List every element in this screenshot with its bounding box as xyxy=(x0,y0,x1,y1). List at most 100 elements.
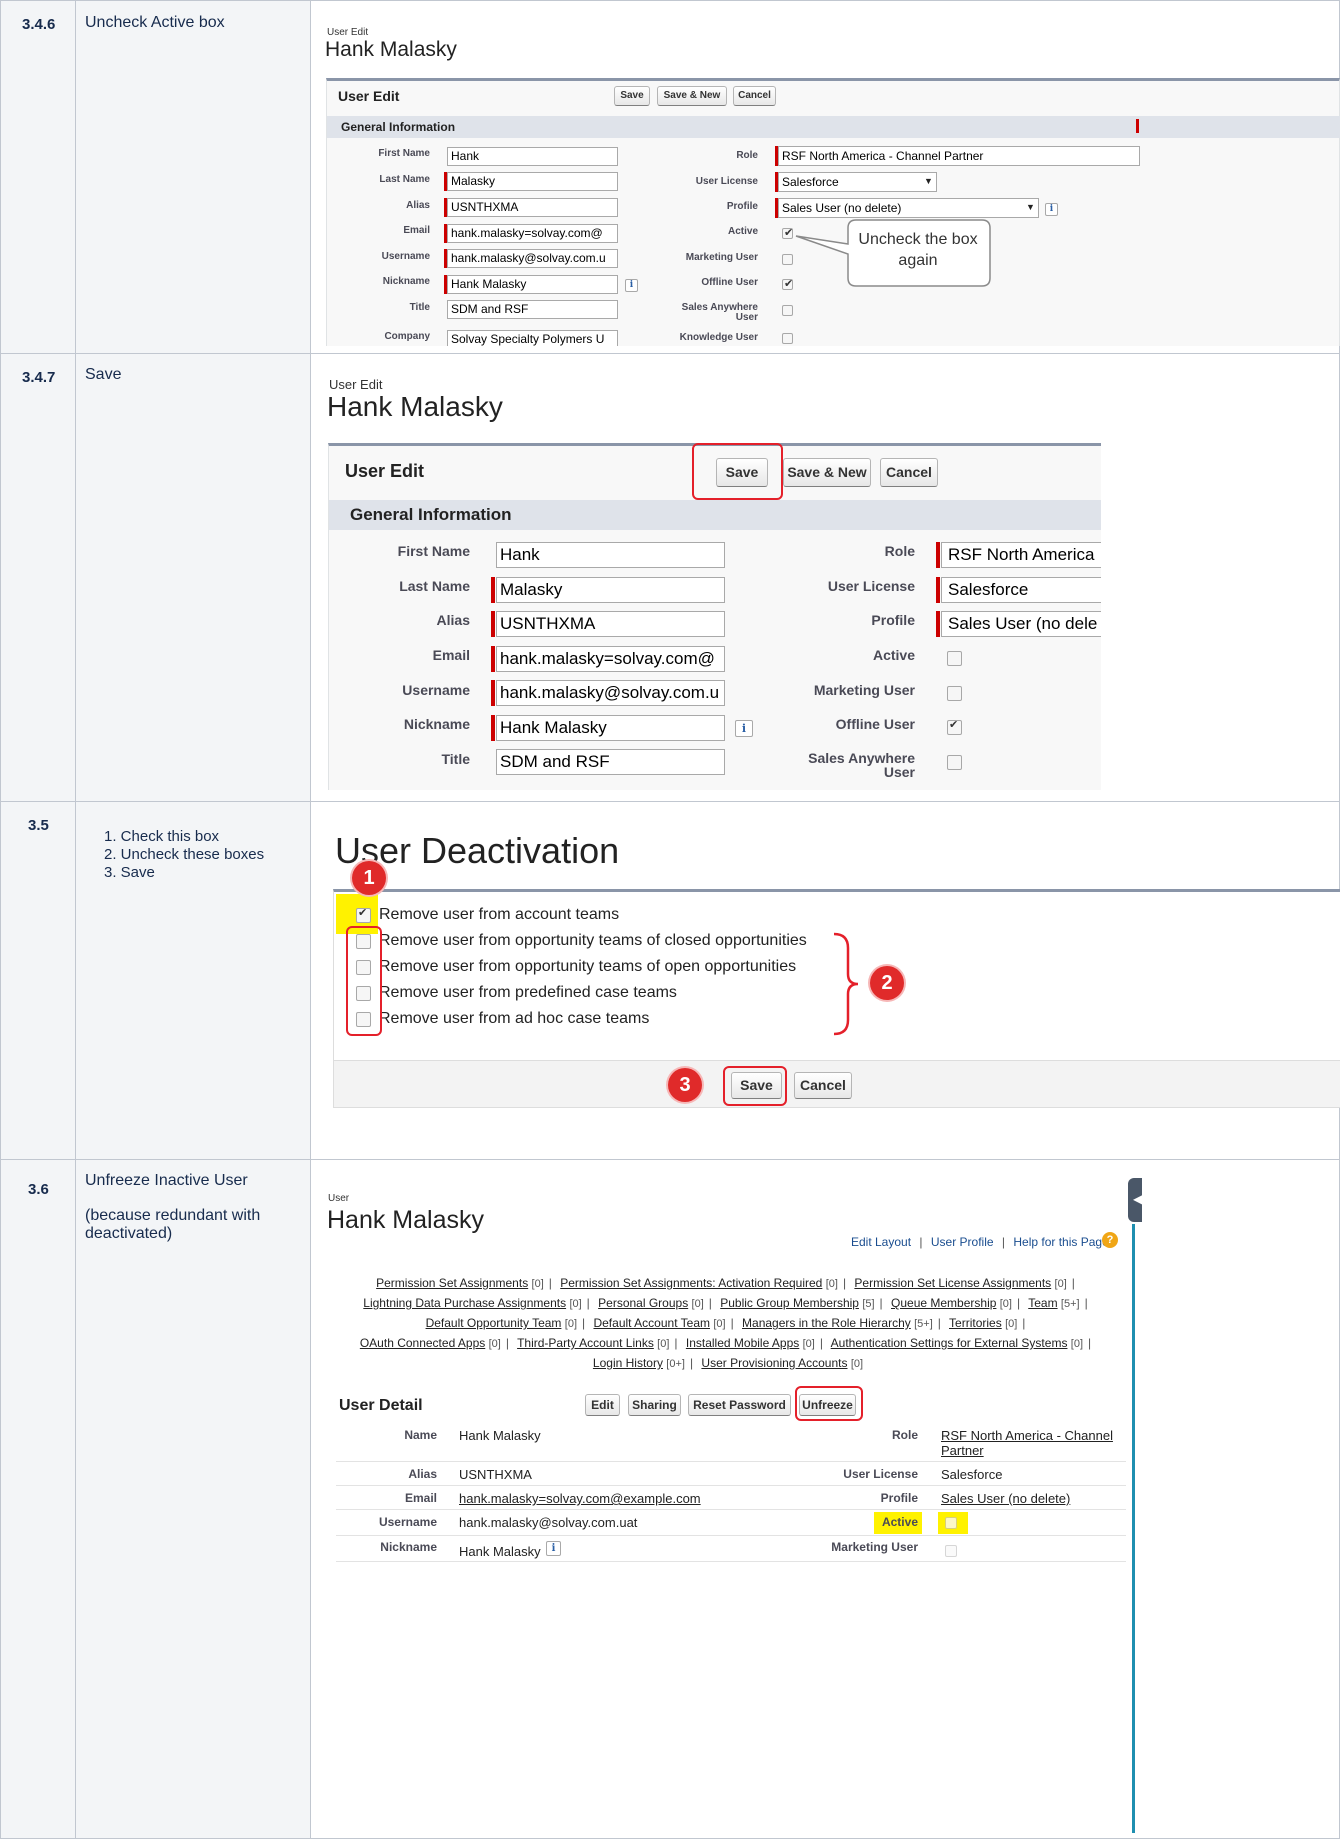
help-icon[interactable]: ? xyxy=(1102,1232,1118,1248)
cancel-button[interactable]: Cancel xyxy=(880,458,938,487)
related-link[interactable]: Queue Membership xyxy=(891,1296,996,1310)
related-link[interactable]: Public Group Membership xyxy=(720,1296,859,1310)
related-link[interactable]: Permission Set Assignments: Activation R… xyxy=(560,1276,822,1290)
step-number-cell xyxy=(0,1159,76,1839)
user-profile-link[interactable]: User Profile xyxy=(931,1235,994,1249)
company-field[interactable]: Solvay Specialty Polymers U xyxy=(447,330,618,346)
user-license-select[interactable]: Salesforce xyxy=(941,577,1101,603)
related-link[interactable]: Default Opportunity Team xyxy=(426,1316,562,1330)
alias-field[interactable]: USNTHXMA xyxy=(447,198,618,217)
related-link[interactable]: Permission Set License Assignments xyxy=(854,1276,1051,1290)
role-label: Role xyxy=(736,150,758,161)
related-link[interactable]: Territories xyxy=(949,1316,1002,1330)
save-and-new-button[interactable]: Save & New xyxy=(657,86,727,106)
user-license-label: User License xyxy=(843,1467,918,1481)
first-name-field[interactable]: Hank xyxy=(496,542,725,568)
sales-anywhere-checkbox[interactable] xyxy=(947,755,962,770)
related-count: [0] xyxy=(564,1318,577,1330)
related-link[interactable]: Third-Party Account Links xyxy=(517,1336,654,1350)
first-name-field[interactable]: Hank xyxy=(447,147,618,166)
title-label: Title xyxy=(441,751,470,767)
info-icon[interactable]: i xyxy=(546,1541,561,1556)
panel-title: User Detail xyxy=(339,1397,423,1414)
edit-layout-link[interactable]: Edit Layout xyxy=(851,1235,911,1249)
sales-anywhere-label-line: Sales Anywhere xyxy=(808,750,915,766)
nickname-field[interactable]: Hank Malasky xyxy=(496,715,725,741)
required-indicator xyxy=(936,542,940,568)
email-label: Email xyxy=(403,225,430,236)
title-field[interactable]: SDM and RSF xyxy=(496,749,725,775)
nickname-field[interactable]: Hank Malasky xyxy=(447,275,618,294)
profile-link[interactable]: Sales User (no delete) xyxy=(941,1491,1070,1506)
related-link[interactable]: User Provisioning Accounts xyxy=(701,1356,847,1370)
step-number-cell xyxy=(0,0,76,354)
page-subtitle: User xyxy=(328,1193,350,1204)
title-field[interactable]: SDM and RSF xyxy=(447,300,618,319)
related-count: [5] xyxy=(862,1298,875,1310)
step-number: 3.5 xyxy=(28,817,49,834)
related-link[interactable]: Team xyxy=(1028,1296,1057,1310)
reset-password-button[interactable]: Reset Password xyxy=(688,1394,791,1416)
email-link[interactable]: hank.malasky=solvay.com@example.com xyxy=(459,1491,701,1506)
save-and-new-button[interactable]: Save & New xyxy=(783,458,871,487)
email-field[interactable]: hank.malasky=solvay.com@ xyxy=(496,646,725,672)
username-label: Username xyxy=(378,1515,437,1529)
required-legend-bar xyxy=(1136,119,1139,133)
knowledge-user-checkbox[interactable] xyxy=(782,333,793,344)
cancel-button[interactable]: Cancel xyxy=(733,86,776,106)
username-field[interactable]: hank.malasky@solvay.com.u xyxy=(447,249,618,268)
info-icon[interactable]: i xyxy=(1045,203,1058,216)
first-name-label: First Name xyxy=(397,543,470,559)
help-link[interactable]: Help for this Page xyxy=(1013,1235,1108,1249)
offline-user-label: Offline User xyxy=(835,716,915,732)
profile-label: Profile xyxy=(880,1491,918,1505)
user-license-select[interactable]: Salesforce xyxy=(778,172,937,192)
related-links-line: Lightning Data Purchase Assignments [0] |… xyxy=(363,1296,1088,1310)
related-link[interactable]: Lightning Data Purchase Assignments xyxy=(363,1296,566,1310)
role-field[interactable]: RSF North America - Channel Partner xyxy=(778,146,1140,166)
sales-anywhere-checkbox[interactable] xyxy=(782,305,793,316)
checkbox-group-highlight xyxy=(346,926,382,1036)
sales-anywhere-label: Sales Anywhere User xyxy=(808,751,915,779)
option-label: Remove user from opportunity teams of cl… xyxy=(379,932,807,949)
related-count: [0] xyxy=(691,1298,704,1310)
save-highlight xyxy=(723,1066,787,1106)
step-item: 3. Save xyxy=(104,864,155,881)
related-count: [0] xyxy=(1070,1338,1084,1350)
related-link[interactable]: Installed Mobile Apps xyxy=(686,1336,799,1350)
role-link[interactable]: RSF North America - Channel Partner xyxy=(941,1428,1113,1458)
step-description-cell xyxy=(75,0,311,354)
info-icon[interactable]: i xyxy=(625,279,638,292)
related-link[interactable]: Login History xyxy=(593,1356,663,1370)
email-label: Email xyxy=(404,1491,437,1505)
info-icon[interactable]: i xyxy=(735,720,753,737)
related-link[interactable]: Permission Set Assignments xyxy=(376,1276,528,1290)
role-label: Role xyxy=(891,1428,918,1442)
active-label: Active xyxy=(881,1515,918,1529)
last-name-field[interactable]: Malasky xyxy=(496,577,725,603)
username-field[interactable]: hank.malasky@solvay.com.u xyxy=(496,680,725,706)
offline-user-checkbox[interactable] xyxy=(947,718,962,735)
role-field[interactable]: RSF North America xyxy=(941,542,1101,568)
edit-button[interactable]: Edit xyxy=(585,1394,620,1416)
alias-field[interactable]: USNTHXMA xyxy=(496,611,725,637)
chevron-left-icon: ◀ xyxy=(1133,1192,1143,1206)
last-name-field[interactable]: Malasky xyxy=(447,172,618,191)
active-checkbox[interactable] xyxy=(947,651,962,666)
callout-text: Uncheck the box again xyxy=(858,231,978,269)
profile-select[interactable]: Sales User (no dele xyxy=(941,611,1101,637)
related-link[interactable]: Authentication Settings for External Sys… xyxy=(831,1336,1068,1350)
account-teams-checkbox[interactable] xyxy=(356,906,371,923)
sharing-button[interactable]: Sharing xyxy=(628,1394,681,1416)
related-list-links: Permission Set Assignments [0] | Permissi… xyxy=(328,1274,1128,1374)
option-label: Remove user from ad hoc case teams xyxy=(379,1010,650,1027)
unfreeze-highlight xyxy=(795,1386,863,1421)
related-link[interactable]: OAuth Connected Apps xyxy=(360,1336,485,1350)
related-link[interactable]: Default Account Team xyxy=(593,1316,710,1330)
related-link[interactable]: Managers in the Role Hierarchy xyxy=(742,1316,911,1330)
email-field[interactable]: hank.malasky=solvay.com@ xyxy=(447,224,618,243)
cancel-button[interactable]: Cancel xyxy=(794,1072,852,1099)
related-link[interactable]: Personal Groups xyxy=(598,1296,688,1310)
save-button[interactable]: Save xyxy=(614,86,650,106)
marketing-user-checkbox[interactable] xyxy=(947,686,962,701)
